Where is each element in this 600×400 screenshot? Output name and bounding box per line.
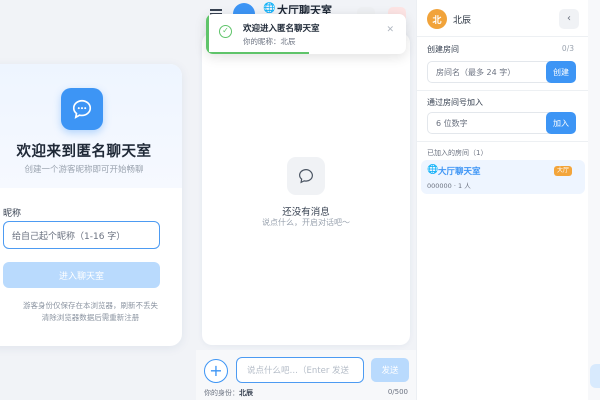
room-count: 0/3 — [561, 44, 574, 53]
guest-hint-line1: 游客身份仅保存在本浏览器，刷新不丢失 — [23, 301, 158, 310]
send-button[interactable]: 发送 — [371, 358, 409, 382]
join-room-button[interactable]: 加入 — [546, 112, 576, 134]
guest-hint: 游客身份仅保存在本浏览器，刷新不丢失 清除浏览器数据后需重新注册 — [3, 300, 178, 324]
room-id-input[interactable]: 6 位数字 — [427, 112, 558, 134]
joined-rooms-label: 已加入的房间（1） — [427, 149, 488, 157]
room-item-meta: 000000 · 1 人 — [427, 180, 471, 190]
globe-icon: 🌐 — [427, 165, 439, 175]
enter-chatroom-button[interactable]: 进入聊天室 — [3, 262, 160, 288]
toast-accent-bar — [206, 14, 209, 54]
room-item-members: · 1 人 — [453, 182, 471, 190]
message-list: 还没有消息 说点什么，开启对话吧～ — [202, 33, 410, 345]
empty-chat-icon — [287, 157, 325, 195]
toast-message: 你的昵称：北辰 — [243, 37, 296, 46]
room-name-input[interactable]: 房间名（最多 24 字） — [427, 61, 558, 83]
room-panel: 北 北辰 ‹ 创建房间 0/3 房间名（最多 24 字） 创建 通过房间号加入 … — [416, 0, 589, 400]
room-item-name: 大厅聊天室 — [438, 167, 481, 177]
identity-label: 你的身份： — [204, 389, 239, 397]
welcome-hero: 欢迎来到匿名聊天室 创建一个游客昵称即可开始畅聊 — [0, 64, 182, 188]
create-room-label: 创建房间 — [427, 45, 459, 54]
join-room-label: 通过房间号加入 — [427, 98, 483, 107]
empty-subtitle: 说点什么，开启对话吧～ — [262, 218, 350, 227]
welcome-card: 欢迎来到匿名聊天室 创建一个游客昵称即可开始畅聊 昵称 给自己起个昵称（1-16… — [0, 64, 182, 346]
empty-title: 还没有消息 — [282, 207, 330, 218]
room-item-badge: 大厅 — [554, 166, 573, 176]
char-counter: 0/500 — [387, 388, 408, 396]
identity-name: 北辰 — [239, 389, 253, 397]
nickname-input[interactable]: 给自己起个昵称（1-16 字） — [3, 221, 160, 249]
create-room-button[interactable]: 创建 — [546, 61, 576, 83]
user-avatar: 北 — [427, 9, 447, 29]
chat-bubble-icon — [61, 88, 103, 130]
chevron-left-icon[interactable]: ‹ — [559, 9, 579, 29]
toast-progress — [209, 52, 309, 54]
divider — [417, 90, 589, 91]
check-circle-icon: ✓ — [219, 25, 232, 38]
message-input[interactable]: 说点什么吧…（Enter 发送 — [236, 357, 364, 383]
plus-icon[interactable]: + — [204, 359, 228, 383]
welcome-toast: ✓ 欢迎进入匿名聊天室 你的昵称：北辰 ✕ — [206, 14, 406, 54]
divider — [417, 141, 589, 142]
room-list-item[interactable]: 🌐 大厅聊天室 大厅 000000 · 1 人 — [421, 160, 585, 194]
user-name: 北辰 — [453, 16, 472, 26]
welcome-subtitle: 创建一个游客昵称即可开始畅聊 — [24, 165, 144, 175]
divider — [417, 36, 589, 37]
close-icon[interactable]: ✕ — [386, 25, 394, 35]
welcome-title: 欢迎来到匿名聊天室 — [16, 144, 152, 160]
toast-title: 欢迎进入匿名聊天室 — [243, 24, 320, 34]
edge-strip — [588, 0, 600, 400]
globe-icon: 🌐 — [263, 3, 276, 14]
room-item-id: 000000 — [427, 182, 452, 190]
nickname-label: 昵称 — [3, 209, 22, 219]
message-composer: + 说点什么吧…（Enter 发送 发送 你的身份：北辰 0/500 — [196, 350, 418, 400]
guest-hint-line2: 清除浏览器数据后需重新注册 — [41, 313, 140, 322]
identity-info: 你的身份：北辰 — [204, 388, 253, 398]
